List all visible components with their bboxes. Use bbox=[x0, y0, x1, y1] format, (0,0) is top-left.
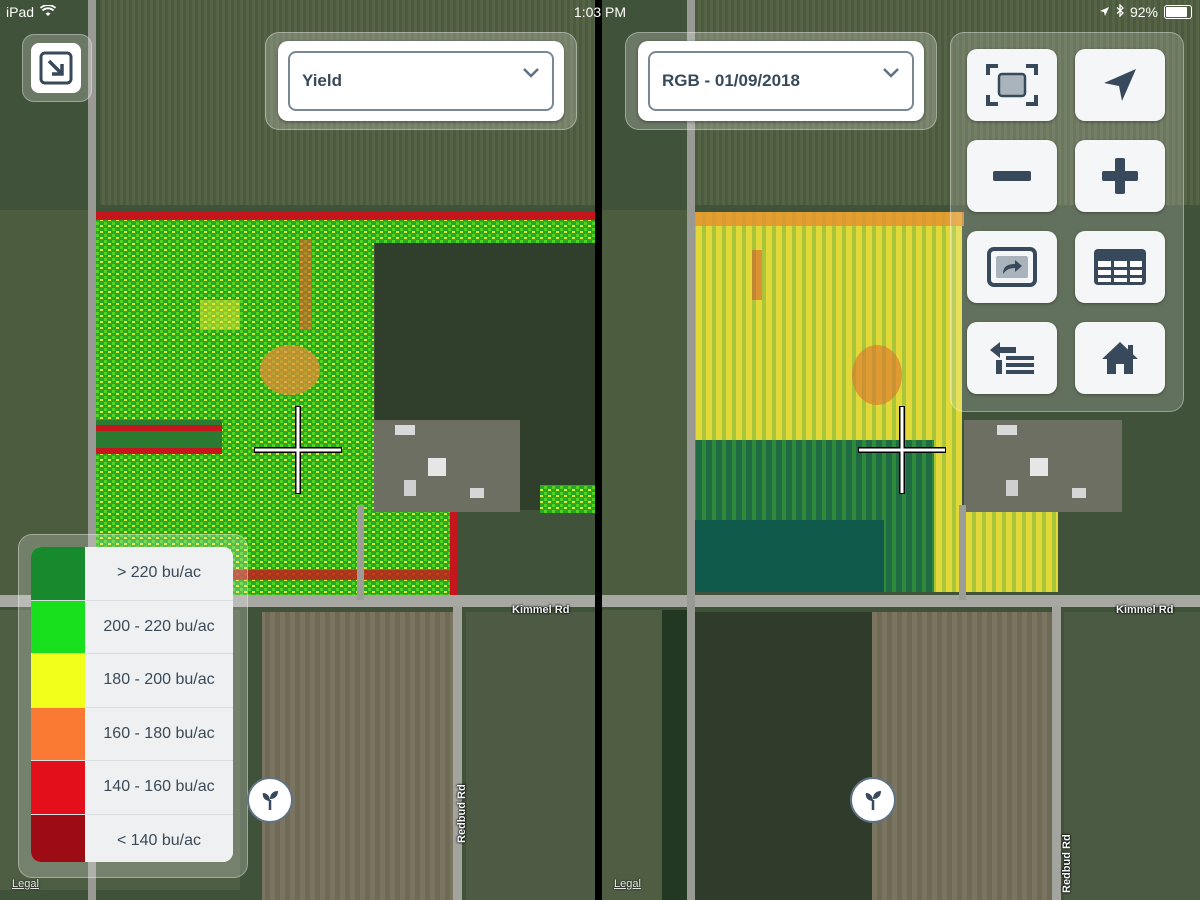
legend-row: 200 - 220 bu/ac bbox=[31, 600, 233, 654]
layer-list-icon bbox=[990, 342, 1034, 374]
layer-dropdown[interactable]: RGB - 01/09/2018 bbox=[638, 41, 924, 121]
legend-label: < 140 bu/ac bbox=[85, 814, 233, 862]
left-map[interactable]: Kimmel Rd Redbud Rd Legal Yield > 220 bu… bbox=[0, 0, 595, 900]
plant-icon bbox=[865, 791, 881, 810]
bluetooth-icon bbox=[1116, 3, 1124, 20]
legend-row: 140 - 160 bu/ac bbox=[31, 761, 233, 815]
home-button[interactable] bbox=[1075, 322, 1165, 394]
yield-legend: > 220 bu/ac 200 - 220 bu/ac 180 - 200 bu… bbox=[31, 547, 233, 862]
split-divider[interactable] bbox=[595, 0, 602, 900]
zoom-out-button[interactable] bbox=[967, 140, 1057, 212]
road-label-kimmel: Kimmel Rd bbox=[512, 604, 570, 616]
battery-percent: 92% bbox=[1129, 4, 1158, 20]
left-map-pane[interactable]: Kimmel Rd Redbud Rd Legal Yield > 220 bu… bbox=[0, 0, 595, 900]
status-time: 1:03 PM bbox=[573, 4, 627, 20]
expand-frame bbox=[22, 34, 92, 102]
legend-row: < 140 bu/ac bbox=[31, 814, 233, 862]
share-screen-icon bbox=[987, 247, 1037, 287]
road-label-redbud: Redbud Rd bbox=[1061, 834, 1073, 893]
layer-dropdown-frame: RGB - 01/09/2018 bbox=[625, 32, 937, 130]
location-services-icon bbox=[1099, 4, 1110, 20]
legend-label: 160 - 180 bu/ac bbox=[85, 707, 233, 760]
layer-dropdown-inner[interactable]: RGB - 01/09/2018 bbox=[648, 51, 914, 111]
plant-icon bbox=[262, 791, 278, 810]
table-button[interactable] bbox=[1075, 231, 1165, 303]
layer-dropdown-value: RGB - 01/09/2018 bbox=[662, 71, 800, 90]
legend-swatch bbox=[31, 600, 85, 653]
right-map[interactable]: Kimmel Rd Redbud Rd Legal RGB - 01/09/20… bbox=[602, 0, 1200, 900]
battery-icon bbox=[1164, 5, 1192, 19]
expand-map-button[interactable] bbox=[31, 43, 81, 93]
fit-to-screen-icon bbox=[986, 64, 1038, 106]
right-map-pane[interactable]: Kimmel Rd Redbud Rd Legal RGB - 01/09/20… bbox=[602, 0, 1200, 900]
crosshair-icon bbox=[858, 406, 946, 494]
table-icon bbox=[1094, 249, 1146, 285]
fit-to-screen-button[interactable] bbox=[967, 49, 1057, 121]
layer-dropdown[interactable]: Yield bbox=[278, 41, 564, 121]
plant-button[interactable] bbox=[850, 777, 896, 823]
status-bar: iPad 1:03 PM 92% bbox=[0, 0, 1200, 24]
expand-arrow-icon bbox=[39, 51, 73, 85]
legend-swatch bbox=[31, 654, 85, 707]
road-label-kimmel: Kimmel Rd bbox=[1116, 604, 1174, 616]
map-toolbar bbox=[950, 32, 1184, 412]
legend-swatch bbox=[31, 761, 85, 814]
status-bar-right: 92% bbox=[1099, 3, 1192, 20]
crosshair-icon bbox=[254, 406, 342, 494]
legal-link[interactable]: Legal bbox=[614, 878, 641, 890]
legend-label: 200 - 220 bu/ac bbox=[85, 600, 233, 653]
plant-button[interactable] bbox=[247, 777, 293, 823]
layer-dropdown-value: Yield bbox=[302, 71, 342, 90]
chevron-down-icon bbox=[883, 68, 899, 78]
legend-row: > 220 bu/ac bbox=[31, 547, 233, 601]
location-arrow-icon bbox=[1104, 69, 1136, 101]
location-button[interactable] bbox=[1075, 49, 1165, 121]
legend-swatch bbox=[31, 547, 85, 600]
home-icon bbox=[1102, 342, 1138, 374]
legend-label: > 220 bu/ac bbox=[85, 547, 233, 600]
zoom-out-icon bbox=[993, 171, 1031, 181]
layer-dropdown-frame: Yield bbox=[265, 32, 577, 130]
legend-label: 140 - 160 bu/ac bbox=[85, 761, 233, 814]
zoom-in-button[interactable] bbox=[1075, 140, 1165, 212]
layer-list-button[interactable] bbox=[967, 322, 1057, 394]
share-screen-button[interactable] bbox=[967, 231, 1057, 303]
legend-swatch bbox=[31, 707, 85, 760]
road-label-redbud: Redbud Rd bbox=[456, 784, 468, 843]
zoom-in-icon bbox=[1102, 158, 1138, 194]
legal-link[interactable]: Legal bbox=[12, 878, 39, 890]
yield-legend-frame: > 220 bu/ac 200 - 220 bu/ac 180 - 200 bu… bbox=[18, 534, 248, 878]
legend-row: 180 - 200 bu/ac bbox=[31, 654, 233, 708]
legend-row: 160 - 180 bu/ac bbox=[31, 707, 233, 761]
chevron-down-icon bbox=[523, 68, 539, 78]
legend-label: 180 - 200 bu/ac bbox=[85, 654, 233, 707]
layer-dropdown-inner[interactable]: Yield bbox=[288, 51, 554, 111]
legend-swatch bbox=[31, 814, 85, 862]
